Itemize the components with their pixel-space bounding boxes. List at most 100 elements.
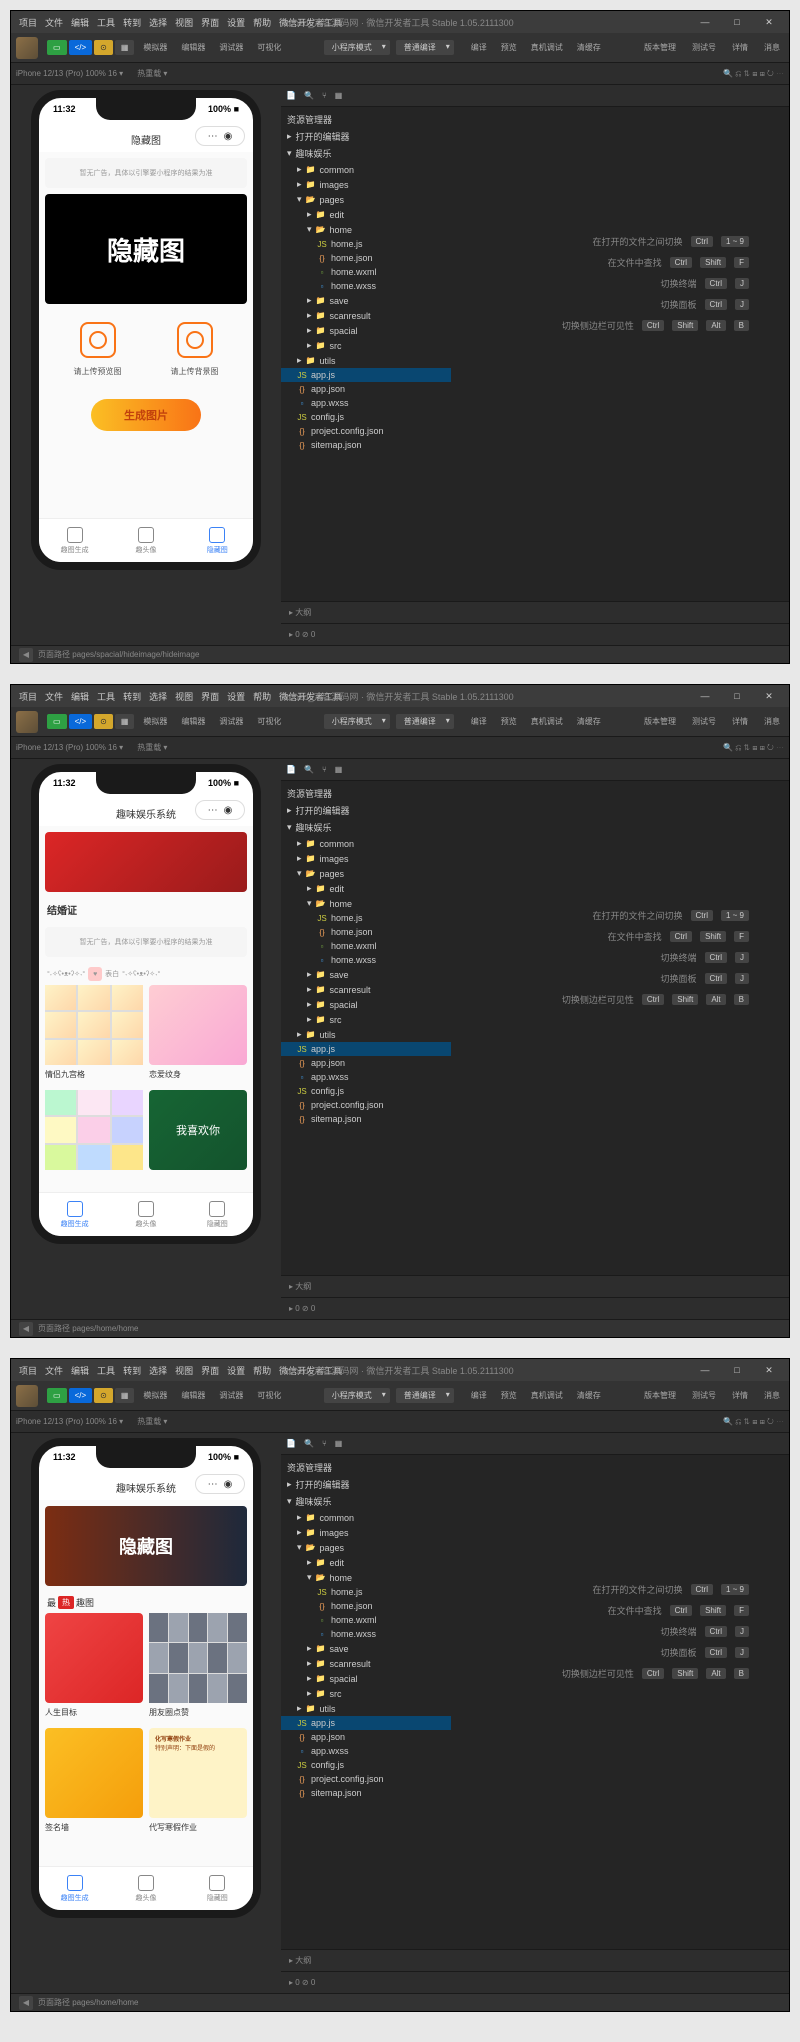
file-homewxss[interactable]: ▫home.wxss: [281, 1627, 451, 1641]
folder-pages[interactable]: ▾ 📂pages: [281, 866, 451, 881]
menu-edit[interactable]: 编辑: [71, 1364, 89, 1377]
device-select[interactable]: iPhone 12/13 (Pro) 100% 16 ▾: [16, 1417, 123, 1426]
compile-dropdown[interactable]: 普通编译: [396, 1388, 454, 1403]
card-pastel[interactable]: [45, 1090, 143, 1170]
folder-home[interactable]: ▾ 📂home: [281, 222, 451, 237]
project-root[interactable]: ▾ 趣味娱乐: [281, 1493, 451, 1510]
tab-avatar[interactable]: 趣头像: [110, 519, 181, 562]
file-homejson[interactable]: {}home.json: [281, 1599, 451, 1613]
file-homejson[interactable]: {}home.json: [281, 925, 451, 939]
hotreload-select[interactable]: 热重载 ▾: [137, 1416, 167, 1427]
file-homejs[interactable]: JShome.js: [281, 911, 451, 925]
avatar[interactable]: [16, 37, 38, 59]
capsule-more-icon[interactable]: ⋯: [208, 1479, 218, 1490]
minimize-button[interactable]: —: [690, 1361, 720, 1379]
file-projectconfig[interactable]: {}project.config.json: [281, 1098, 451, 1112]
action-clear-cache[interactable]: 清缓存: [577, 42, 601, 53]
back-button[interactable]: ◀: [19, 648, 33, 662]
folder-home[interactable]: ▾ 📂home: [281, 1570, 451, 1585]
simulator-toggle[interactable]: ▭: [47, 1388, 67, 1403]
visual-toggle[interactable]: ▦: [115, 714, 135, 729]
project-root[interactable]: ▾ 趣味娱乐: [281, 819, 451, 836]
folder-spacial[interactable]: ▸ 📁spacial: [281, 997, 451, 1012]
menu-help[interactable]: 帮助: [253, 690, 271, 703]
file-homejs[interactable]: JShome.js: [281, 237, 451, 251]
action-clear-cache[interactable]: 清缓存: [577, 1390, 601, 1401]
file-projectconfig[interactable]: {}project.config.json: [281, 424, 451, 438]
simulator-toggle[interactable]: ▭: [47, 40, 67, 55]
folder-spacial[interactable]: ▸ 📁spacial: [281, 323, 451, 338]
tab-home[interactable]: 趣图生成: [39, 519, 110, 562]
tab-hidden[interactable]: 隐藏图: [182, 1193, 253, 1236]
test-account[interactable]: 测试号: [692, 1390, 716, 1401]
folder-utils[interactable]: ▸ 📁utils: [281, 1701, 451, 1716]
menu-goto[interactable]: 转到: [123, 690, 141, 703]
menu-file[interactable]: 文件: [45, 690, 63, 703]
debugger-toggle[interactable]: ⊙: [94, 40, 113, 55]
folder-images[interactable]: ▸ 📁images: [281, 1525, 451, 1540]
card-ninegrid[interactable]: 情侣九宫格: [45, 985, 143, 1084]
search-icon[interactable]: 🔍: [304, 765, 314, 774]
minimize-button[interactable]: —: [690, 13, 720, 31]
search-icon[interactable]: 🔍: [304, 91, 314, 100]
file-sitemap[interactable]: {}sitemap.json: [281, 1786, 451, 1800]
test-account[interactable]: 测试号: [692, 716, 716, 727]
menu-file[interactable]: 文件: [45, 1364, 63, 1377]
capsule-close-icon[interactable]: ◉: [224, 1479, 233, 1490]
file-homewxml[interactable]: ▫home.wxml: [281, 265, 451, 279]
file-projectconfig[interactable]: {}project.config.json: [281, 1772, 451, 1786]
details[interactable]: 详情: [732, 716, 748, 727]
card-tattoo[interactable]: 恋爱纹身: [149, 985, 247, 1084]
action-preview[interactable]: 预览: [501, 1390, 517, 1401]
menu-select[interactable]: 选择: [149, 16, 167, 29]
messages[interactable]: 消息: [764, 1390, 780, 1401]
capsule-menu[interactable]: ⋯◉: [195, 800, 245, 820]
folder-images[interactable]: ▸ 📁images: [281, 177, 451, 192]
menu-view[interactable]: 视图: [175, 690, 193, 703]
marriage-cert-image[interactable]: [45, 832, 247, 892]
folder-images[interactable]: ▸ 📁images: [281, 851, 451, 866]
file-sitemap[interactable]: {}sitemap.json: [281, 438, 451, 452]
extension-icon[interactable]: ▦: [335, 1439, 343, 1448]
editor-icons[interactable]: 🔍 ⎌ ⇅ ⊞ ⊞ ↻ ⋯: [723, 1417, 784, 1427]
mode-dropdown[interactable]: 小程序模式: [324, 40, 390, 55]
open-editors-section[interactable]: ▸ 打开的编辑器: [281, 128, 451, 145]
menu-edit[interactable]: 编辑: [71, 16, 89, 29]
upload-background-button[interactable]: 请上传背景图: [171, 322, 219, 377]
menu-project[interactable]: 项目: [19, 1364, 37, 1377]
action-compile[interactable]: 编译: [471, 716, 487, 727]
menu-help[interactable]: 帮助: [253, 16, 271, 29]
branch-icon[interactable]: ⑂: [322, 765, 327, 774]
folder-scanresult[interactable]: ▸ 📁scanresult: [281, 1656, 451, 1671]
menu-view[interactable]: 视图: [175, 16, 193, 29]
folder-home[interactable]: ▾ 📂home: [281, 896, 451, 911]
file-appjs[interactable]: JSapp.js: [281, 1716, 451, 1730]
mode-dropdown[interactable]: 小程序模式: [324, 1388, 390, 1403]
file-appwxss[interactable]: ▫app.wxss: [281, 396, 451, 410]
capsule-close-icon[interactable]: ◉: [224, 805, 233, 816]
editor-toggle[interactable]: </>: [69, 1388, 93, 1403]
folder-save[interactable]: ▸ 📁save: [281, 967, 451, 982]
compile-dropdown[interactable]: 普通编译: [396, 714, 454, 729]
file-appjs[interactable]: JSapp.js: [281, 1042, 451, 1056]
capsule-close-icon[interactable]: ◉: [224, 131, 233, 142]
file-appjson[interactable]: {}app.json: [281, 382, 451, 396]
tab-hidden[interactable]: 隐藏图: [182, 1867, 253, 1910]
messages[interactable]: 消息: [764, 42, 780, 53]
tab-home[interactable]: 趣图生成: [39, 1193, 110, 1236]
folder-common[interactable]: ▸ 📁common: [281, 1510, 451, 1525]
folder-common[interactable]: ▸ 📁common: [281, 836, 451, 851]
file-homejs[interactable]: JShome.js: [281, 1585, 451, 1599]
menu-settings[interactable]: 设置: [227, 690, 245, 703]
menu-select[interactable]: 选择: [149, 1364, 167, 1377]
visual-toggle[interactable]: ▦: [115, 40, 135, 55]
folder-edit[interactable]: ▸ 📁edit: [281, 1555, 451, 1570]
file-configjs[interactable]: JSconfig.js: [281, 410, 451, 424]
test-account[interactable]: 测试号: [692, 42, 716, 53]
outline-bar[interactable]: ▸ 大纲: [281, 601, 789, 623]
hotreload-select[interactable]: 热重载 ▾: [137, 742, 167, 753]
file-homewxss[interactable]: ▫home.wxss: [281, 953, 451, 967]
folder-scanresult[interactable]: ▸ 📁scanresult: [281, 308, 451, 323]
card-homework[interactable]: 化写寒假作业特别声明：下面是假的代写寒假作业: [149, 1728, 247, 1837]
folder-edit[interactable]: ▸ 📁edit: [281, 881, 451, 896]
